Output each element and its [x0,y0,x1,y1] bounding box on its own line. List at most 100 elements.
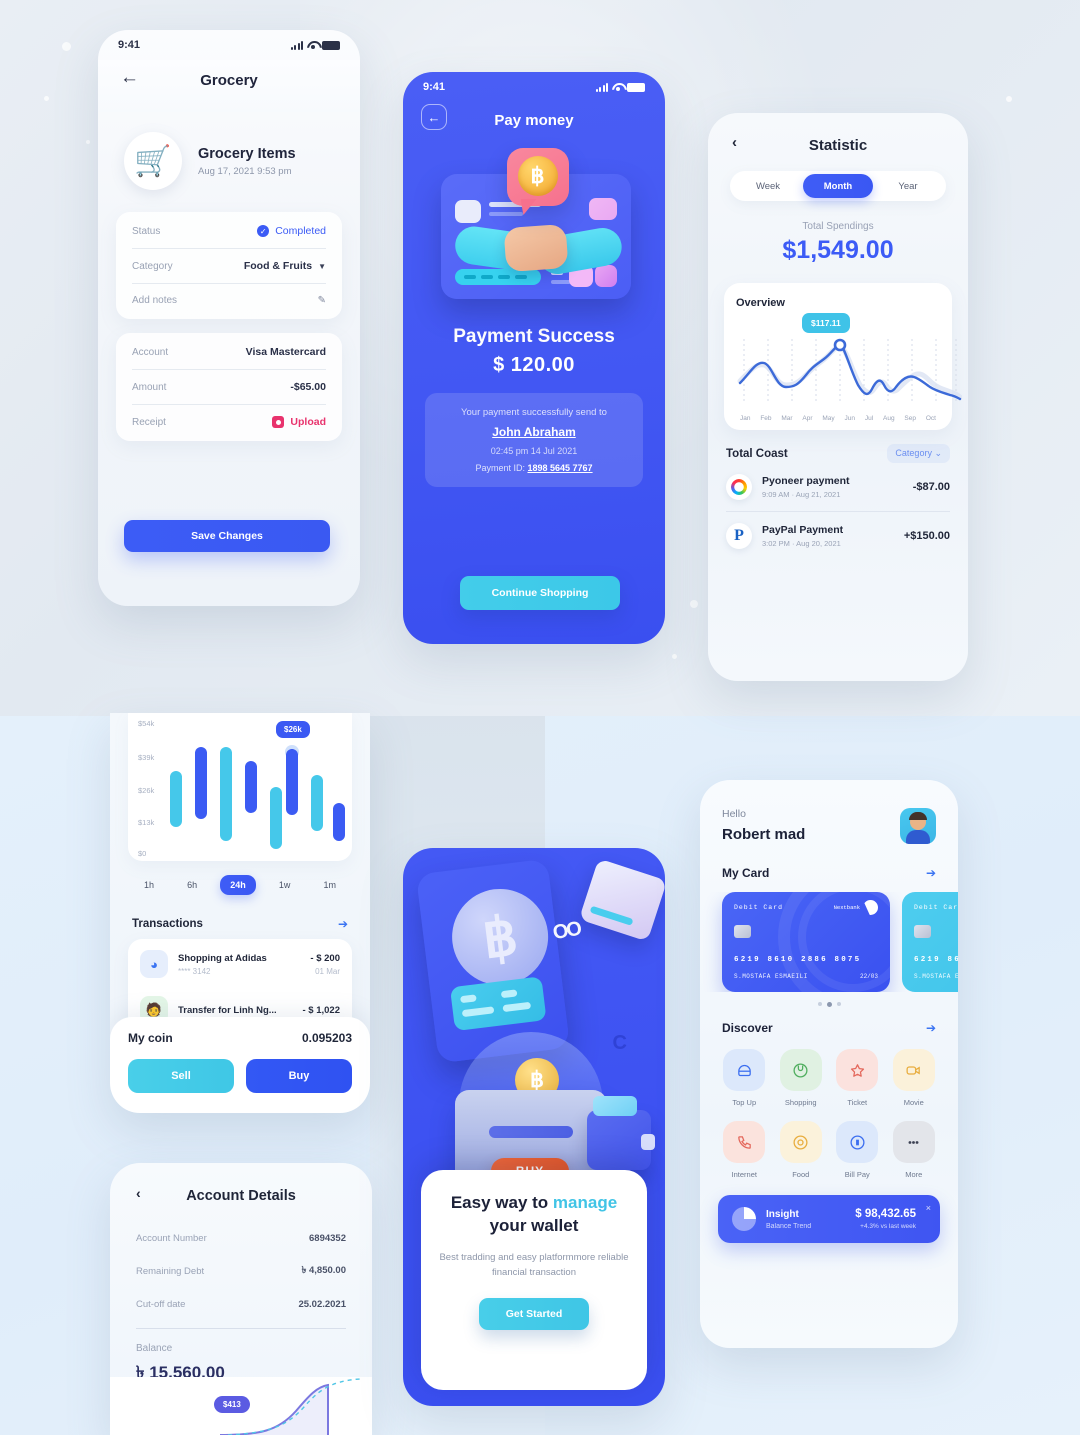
wifi-icon [307,41,318,50]
tab-year[interactable]: Year [873,174,943,198]
detail-row-notes[interactable]: Add notes ✎ [132,284,326,317]
category-filter-button[interactable]: Category ⌄ [887,444,950,463]
row-label: Status [132,225,161,237]
arrow-right-icon[interactable]: ➔ [338,917,348,931]
table-row[interactable]: P PayPal Payment 3:02 PM · Aug 20, 2021 … [726,512,950,560]
discover-item-more[interactable]: More [888,1121,941,1179]
save-changes-button[interactable]: Save Changes [124,520,330,552]
item-label: Movie [903,1098,924,1107]
row-label: Amount [132,381,167,393]
range-selector[interactable]: 1h 6h 24h 1w 1m [134,875,346,895]
credit-card[interactable]: Debit Card Nextbank 6219 8610 2886 8075 … [722,892,890,992]
payment-amount: $ 120.00 [493,354,575,376]
x-tick: Apr [802,415,813,422]
period-segmented-control[interactable]: Week Month Year [730,171,946,201]
item-label: Ticket [847,1098,868,1107]
get-started-button[interactable]: Get Started [479,1298,589,1331]
card-square-icon [454,200,481,223]
transaction-meta: 9:09 AM · Aug 21, 2021 [762,490,841,499]
back-arrow-icon[interactable]: ‹ [136,1185,141,1201]
payment-row-account: Account Visa Mastercard [132,335,326,370]
phone-home: Hello Robert mad My Card ➔ Debit Card Ne… [700,780,958,1348]
grocery-item-title: Grocery Items [198,145,296,162]
edit-pencil-icon[interactable]: ✎ [318,295,326,306]
x-tick: Aug [883,415,895,422]
discover-item-bill-pay[interactable]: Bill Pay [831,1121,884,1179]
transaction-title: Shopping at Adidas [178,952,267,964]
discover-item-internet[interactable]: Internet [718,1121,771,1179]
discover-item-shopping[interactable]: Shopping [775,1049,828,1107]
row-label: Account Number [136,1233,207,1244]
video-icon [892,1049,935,1091]
transaction-title: Pyoneer payment [762,475,850,487]
continue-shopping-button[interactable]: Continue Shopping [460,576,620,610]
list-item[interactable]: ◕ Shopping at Adidas **** 3142 - $ 200 0… [140,941,340,987]
onboarding-sheet: Easy way to manage your wallet Best tradd… [421,1170,647,1390]
range-1w[interactable]: 1w [269,875,301,895]
buy-button[interactable]: Buy [246,1059,352,1093]
decor-dot [690,600,698,608]
wifi-icon [612,83,623,92]
insight-title: Insight [766,1208,799,1220]
row-label: Account [132,346,169,358]
arrow-right-icon[interactable]: ➔ [926,866,936,880]
detail-row-status[interactable]: Status ✓ Completed [132,214,326,249]
phone-statistic: ‹ Statistic Week Month Year Total Spendi… [708,113,968,681]
total-cost-title: Total Coast [726,447,788,460]
sell-button[interactable]: Sell [128,1059,234,1093]
range-24h[interactable]: 24h [220,875,256,895]
statistic-header: ‹ Statistic [708,113,968,171]
check-icon: ✓ [257,225,270,237]
back-arrow-icon[interactable]: ‹ [732,134,737,151]
card-square-icon [588,198,617,220]
transaction-date: 01 Mar [315,966,340,976]
tab-week[interactable]: Week [733,174,803,198]
tab-month[interactable]: Month [803,174,873,198]
discover-item-top-up[interactable]: Top Up [718,1049,771,1107]
status-icons [595,82,645,92]
payment-row-receipt[interactable]: Receipt Upload [132,405,326,439]
floating-card-graphic [578,858,665,942]
headline-part2: your wallet [489,1215,579,1235]
section-title: Discover [722,1021,773,1035]
bag-icon [779,1049,822,1091]
bill-icon [836,1121,879,1163]
table-row[interactable]: Pyoneer payment 9:09 AM · Aug 21, 2021 -… [726,463,950,512]
card-carousel[interactable]: Debit Card Nextbank 6219 8610 2886 8075 … [700,892,958,992]
grocery-hero: 🛒 Grocery Items Aug 17, 2021 9:53 pm [98,112,360,206]
discover-item-movie[interactable]: Movie [888,1049,941,1107]
chevron-down-icon[interactable]: ▼ [318,262,326,271]
credit-card[interactable]: Debit Card 6219 86 S.MOSTAFA E [902,892,958,992]
overview-title: Overview [736,297,785,309]
avatar[interactable] [900,808,936,844]
card-bank: Nextbank [833,904,860,911]
range-6h[interactable]: 6h [177,875,207,895]
balance-label: Balance [136,1343,173,1354]
payment-row-amount: Amount -$65.00 [132,370,326,405]
grocery-item-date: Aug 17, 2021 9:53 pm [198,165,292,177]
row-label: Receipt [132,416,166,428]
card-holder: S.MOSTAFA E [914,973,958,980]
pay-header: ← Pay money [403,102,665,134]
insight-banner[interactable]: Insight Balance Trend $ 98,432.65 +4.3% … [718,1195,940,1243]
upload-link[interactable]: Upload [290,416,326,428]
carousel-dots[interactable] [700,1002,958,1007]
transaction-amount: -$87.00 [912,481,950,493]
arrow-right-icon[interactable]: ➔ [926,1021,936,1035]
decor-dot [44,96,49,101]
total-value: $1,549.00 [782,236,894,264]
status-text: Completed [275,225,326,237]
crypto-bar-chart: $54k $39k $26k $13k $0 $26k [128,713,352,861]
detail-row-category[interactable]: Category Food & Fruits ▼ [132,249,326,284]
back-arrow-icon[interactable]: ← [120,68,139,87]
discover-item-food[interactable]: Food [775,1121,828,1179]
card-line [550,280,571,284]
range-1h[interactable]: 1h [134,875,164,895]
coins-graphic: OO [551,917,582,945]
back-arrow-icon[interactable]: ← [421,104,447,130]
close-icon[interactable]: × [926,1203,931,1213]
x-tick: May [822,415,835,422]
range-1m[interactable]: 1m [313,875,346,895]
grocery-details-card: Status ✓ Completed Category Food & Fruit… [116,212,342,319]
discover-item-ticket[interactable]: Ticket [831,1049,884,1107]
